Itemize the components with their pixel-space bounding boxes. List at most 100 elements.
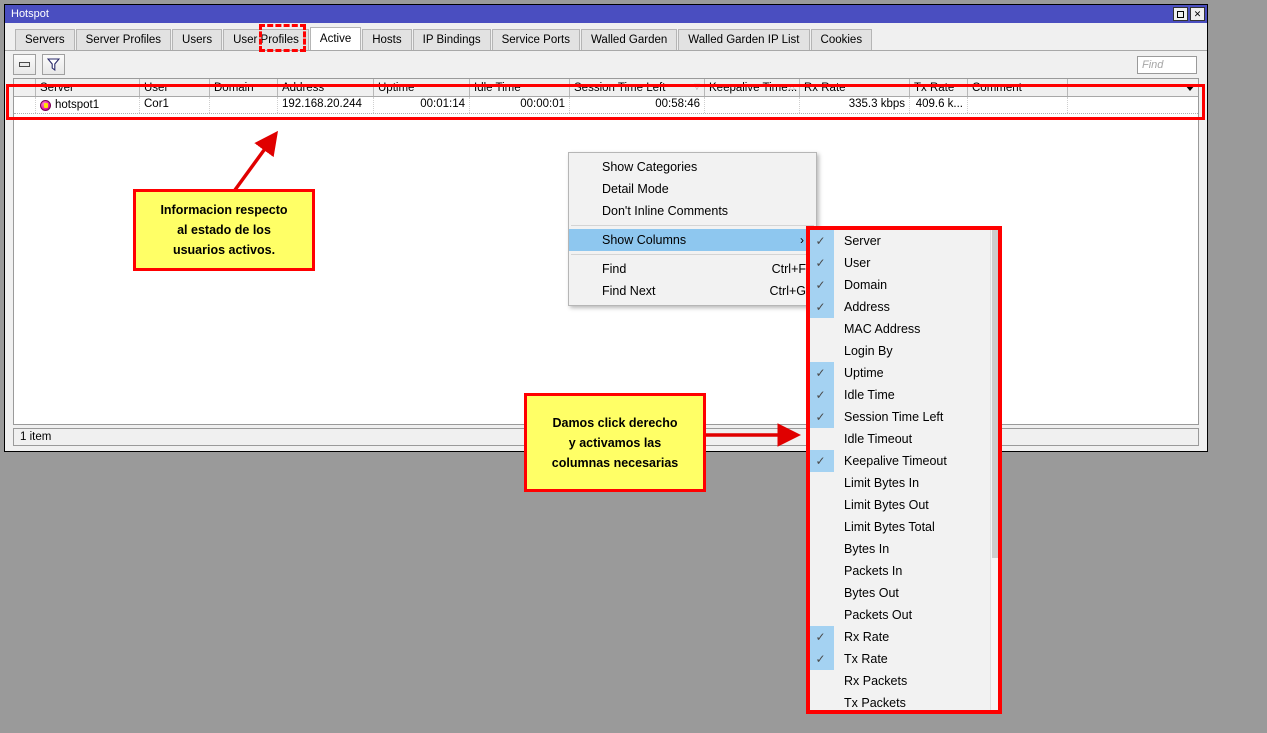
tab-servers[interactable]: Servers bbox=[15, 29, 75, 50]
submenu-item-limit-bytes-total[interactable]: Limit Bytes Total bbox=[807, 516, 1001, 538]
menu-item-label: Show Categories bbox=[602, 160, 698, 174]
submenu-item-server[interactable]: ✓ Server bbox=[807, 230, 1001, 252]
menu-item-find[interactable]: Find Ctrl+F bbox=[569, 258, 816, 280]
tab-service-ports[interactable]: Service Ports bbox=[491, 29, 580, 50]
show-columns-submenu: ✓ Server ✓ User ✓ Domain ✓ Address MAC Addre… bbox=[806, 226, 1002, 714]
column-header-comment[interactable]: Comment bbox=[968, 79, 1068, 96]
annotation-line: Damos click derecho bbox=[552, 415, 678, 430]
check-icon-empty bbox=[807, 340, 834, 362]
chevron-right-icon: › bbox=[800, 233, 804, 247]
column-header-rx-rate[interactable]: Rx Rate bbox=[800, 79, 910, 96]
column-header-keepalive-timeout[interactable]: Keepalive Time... △ bbox=[705, 79, 800, 96]
tab-server-profiles[interactable]: Server Profiles bbox=[75, 29, 172, 50]
context-menu: Show Categories Detail Mode Don't Inline… bbox=[568, 152, 817, 306]
tab-walled-garden-ip-list[interactable]: Walled Garden IP List bbox=[678, 29, 810, 50]
tab-user-profiles[interactable]: User Profiles bbox=[223, 29, 309, 50]
menu-item-dont-inline-comments[interactable]: Don't Inline Comments bbox=[569, 200, 816, 222]
tab-walled-garden[interactable]: Walled Garden bbox=[581, 29, 678, 50]
tab-label: Cookies bbox=[820, 34, 863, 46]
table-row[interactable]: hotspot1 Cor1 192.168.20.244 00:01:14 00… bbox=[14, 97, 1198, 114]
menu-item-show-columns[interactable]: Show Columns › bbox=[569, 229, 816, 251]
find-input[interactable]: Find bbox=[1137, 55, 1197, 74]
column-header-domain[interactable]: Domain bbox=[210, 79, 278, 96]
check-icon-empty bbox=[807, 582, 834, 604]
column-label: User bbox=[144, 81, 169, 94]
tab-hosts[interactable]: Hosts bbox=[362, 29, 412, 50]
menu-item-detail-mode[interactable]: Detail Mode bbox=[569, 178, 816, 200]
submenu-item-packets-out[interactable]: Packets Out bbox=[807, 604, 1001, 626]
check-icon: ✓ bbox=[807, 230, 834, 252]
row-gutter bbox=[14, 97, 36, 113]
menu-item-label: Find Next bbox=[602, 284, 656, 298]
column-header-uptime[interactable]: Uptime bbox=[374, 79, 470, 96]
submenu-item-rx-packets[interactable]: Rx Packets bbox=[807, 670, 1001, 692]
window-controls: ✕ bbox=[1173, 7, 1205, 21]
menu-item-label: Show Columns bbox=[602, 233, 687, 247]
check-icon-empty bbox=[807, 428, 834, 450]
toolbar-buttons bbox=[13, 54, 65, 75]
submenu-item-login-by[interactable]: Login By bbox=[807, 340, 1001, 362]
submenu-item-label: Tx Packets bbox=[844, 696, 906, 710]
submenu-item-tx-packets[interactable]: Tx Packets bbox=[807, 692, 1001, 713]
table-header-row: Server User Domain Address Uptime Idle T… bbox=[14, 78, 1198, 97]
submenu-item-limit-bytes-out[interactable]: Limit Bytes Out bbox=[807, 494, 1001, 516]
check-icon-empty bbox=[807, 538, 834, 560]
annotation-note-show-columns: Damos click derecho y activamos las colu… bbox=[524, 393, 706, 492]
submenu-item-packets-in[interactable]: Packets In bbox=[807, 560, 1001, 582]
column-options-button[interactable] bbox=[1068, 79, 1198, 96]
submenu-item-bytes-out[interactable]: Bytes Out bbox=[807, 582, 1001, 604]
column-header-idle-time[interactable]: Idle Time bbox=[470, 79, 570, 96]
submenu-item-session-time-left[interactable]: ✓ Session Time Left bbox=[807, 406, 1001, 428]
tab-ip-bindings[interactable]: IP Bindings bbox=[412, 29, 491, 50]
maximize-button[interactable] bbox=[1173, 7, 1188, 21]
sort-descending-icon: ▽ bbox=[693, 82, 700, 91]
annotation-line: al estado de los bbox=[177, 223, 271, 237]
submenu-item-tx-rate[interactable]: ✓ Tx Rate bbox=[807, 648, 1001, 670]
menu-item-show-categories[interactable]: Show Categories bbox=[569, 156, 816, 178]
cell-filler bbox=[1068, 97, 1198, 113]
submenu-item-label: Limit Bytes Out bbox=[844, 498, 929, 512]
submenu-item-user[interactable]: ✓ User bbox=[807, 252, 1001, 274]
menu-item-shortcut: Ctrl+F bbox=[771, 262, 806, 276]
submenu-item-bytes-in[interactable]: Bytes In bbox=[807, 538, 1001, 560]
check-icon-empty bbox=[807, 472, 834, 494]
submenu-item-idle-timeout[interactable]: Idle Timeout bbox=[807, 428, 1001, 450]
tab-users[interactable]: Users bbox=[172, 29, 223, 50]
tab-label: Walled Garden IP List bbox=[688, 34, 800, 46]
column-label: Rx Rate bbox=[804, 81, 846, 94]
cell-idle-time: 00:00:01 bbox=[470, 97, 570, 113]
submenu-item-idle-time[interactable]: ✓ Idle Time bbox=[807, 384, 1001, 406]
column-header-tx-rate[interactable]: Tx Rate bbox=[910, 79, 968, 96]
column-header-session-time-left[interactable]: Session Time Left ▽ bbox=[570, 79, 705, 96]
submenu-item-rx-rate[interactable]: ✓ Rx Rate bbox=[807, 626, 1001, 648]
tab-label: Service Ports bbox=[501, 34, 570, 46]
submenu-item-address[interactable]: ✓ Address bbox=[807, 296, 1001, 318]
submenu-item-uptime[interactable]: ✓ Uptime bbox=[807, 362, 1001, 384]
column-header-user[interactable]: User bbox=[140, 79, 210, 96]
menu-separator bbox=[571, 225, 814, 226]
close-button[interactable]: ✕ bbox=[1190, 7, 1205, 21]
column-header-address[interactable]: Address bbox=[278, 79, 374, 96]
column-label: Address bbox=[282, 81, 325, 94]
tab-cookies[interactable]: Cookies bbox=[810, 29, 873, 50]
scrollbar-thumb[interactable] bbox=[992, 228, 999, 558]
cell-keepalive-timeout bbox=[705, 97, 800, 113]
submenu-item-mac-address[interactable]: MAC Address bbox=[807, 318, 1001, 340]
tab-label: Hosts bbox=[372, 34, 402, 46]
cell-address: 192.168.20.244 bbox=[278, 97, 374, 113]
check-icon-empty bbox=[807, 604, 834, 626]
check-icon: ✓ bbox=[807, 450, 834, 472]
check-icon: ✓ bbox=[807, 296, 834, 318]
cell-comment bbox=[968, 97, 1068, 113]
submenu-item-domain[interactable]: ✓ Domain bbox=[807, 274, 1001, 296]
filter-button[interactable] bbox=[42, 54, 65, 75]
menu-item-find-next[interactable]: Find Next Ctrl+G bbox=[569, 280, 816, 302]
submenu-item-limit-bytes-in[interactable]: Limit Bytes In bbox=[807, 472, 1001, 494]
remove-button[interactable] bbox=[13, 54, 36, 75]
submenu-item-keepalive-timeout[interactable]: ✓ Keepalive Timeout bbox=[807, 450, 1001, 472]
tab-active[interactable]: Active bbox=[309, 27, 362, 50]
submenu-scrollbar[interactable] bbox=[990, 228, 1000, 712]
column-header-server[interactable]: Server bbox=[36, 79, 140, 96]
chevron-down-icon bbox=[1185, 84, 1195, 91]
column-label: Keepalive Time... bbox=[709, 81, 798, 94]
